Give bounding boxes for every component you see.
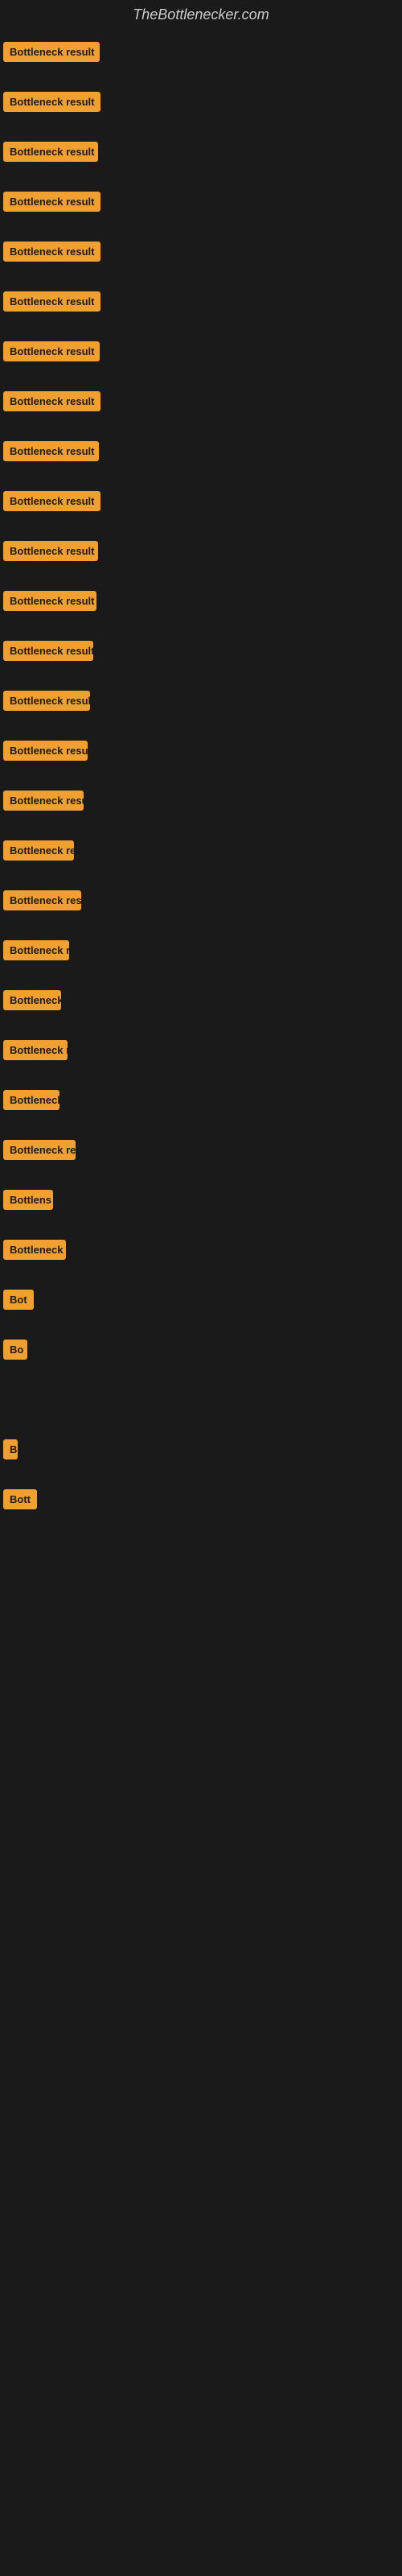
site-title: TheBottlenecker.com [0,0,402,27]
bottleneck-row: Bottleneck result [0,725,402,775]
bottleneck-row: Bottleneck result [0,625,402,675]
bottleneck-result-badge[interactable]: Bottleneck result [3,791,84,811]
bottleneck-result-badge[interactable]: Bottleneck result [3,192,100,212]
bottleneck-row: Bot [0,1274,402,1324]
bottleneck-row [0,1923,402,1973]
bottleneck-result-badge[interactable]: Bottleneck result [3,441,99,461]
bottleneck-row: Bottleneck result [0,326,402,376]
bottleneck-row [0,1524,402,1574]
bottleneck-row: Bottleneck result [0,426,402,476]
bottleneck-row: Bottleneck r [0,925,402,975]
bottleneck-row [0,1773,402,1823]
bottleneck-result-badge[interactable]: Bottleneck result [3,641,93,661]
bottleneck-row: B [0,1424,402,1474]
bottleneck-row: Bottleneck re [0,825,402,875]
bottleneck-result-badge[interactable]: Bottleneck result [3,890,81,910]
bottleneck-row [0,1823,402,1873]
bottleneck-result-badge[interactable]: Bottleneck result [3,42,100,62]
bottleneck-row: Bott [0,1474,402,1524]
bottleneck-row: Bottleneck r [0,1224,402,1274]
bottleneck-row: Bo [0,1324,402,1374]
bottleneck-result-badge[interactable]: Bottleneck result [3,491,100,511]
bottleneck-result-badge[interactable]: Bott [3,1489,37,1509]
bottleneck-row: Bottleneck result [0,376,402,426]
bottleneck-row [0,1724,402,1773]
bottleneck-result-badge[interactable]: Bottlens [3,1190,53,1210]
bottleneck-row [0,2023,402,2073]
bottleneck-row: Bottleneck result [0,775,402,825]
bottleneck-result-badge[interactable]: Bottleneck result [3,741,88,761]
bottleneck-row [0,1574,402,1624]
bottleneck-row: Bottleneck [0,975,402,1025]
bottleneck-row: Bottleneck result [0,675,402,725]
bottleneck-result-badge[interactable]: Bottleneck result [3,242,100,262]
bottleneck-result-badge[interactable]: Bottleneck result [3,92,100,112]
bottleneck-row: Bottleneck result [0,526,402,576]
bottleneck-row: Bottleneck result [0,476,402,526]
bottleneck-result-badge[interactable]: Bo [3,1340,27,1360]
bottleneck-row: Bottleneck result [0,76,402,126]
bottleneck-row: Bottleneck result [0,276,402,326]
bottleneck-result-badge[interactable]: Bottleneck result [3,691,90,711]
bottleneck-result-badge[interactable]: Bottleneck res [3,1140,76,1160]
bottleneck-row [0,1624,402,1674]
bottleneck-result-badge[interactable]: Bottleneck result [3,591,96,611]
bottleneck-row [0,1973,402,2023]
bottleneck-row [0,1374,402,1424]
bottleneck-result-badge[interactable]: Bottleneck result [3,341,100,361]
bottleneck-row: Bottleneck result [0,226,402,276]
bottleneck-row: Bottleneck result [0,875,402,925]
bottleneck-row: Bottleneck result [0,176,402,226]
bottleneck-result-badge[interactable]: Bottleneck result [3,541,98,561]
bottleneck-row [0,1674,402,1724]
bottleneck-row [0,2073,402,2123]
bottleneck-result-badge[interactable]: Bottleneck r [3,940,69,960]
bottleneck-row: Bottleneck result [0,27,402,76]
bottleneck-result-badge[interactable]: Bottleneck re [3,840,74,861]
bottleneck-result-badge[interactable]: Bottleneck r [3,1240,66,1260]
bottleneck-row: Bottleneck result [0,126,402,176]
bottleneck-row: Bottleneck [0,1075,402,1125]
bottleneck-result-badge[interactable]: Bottleneck result [3,391,100,411]
bottleneck-row [0,1873,402,1923]
bottleneck-result-badge[interactable]: Bottleneck result [3,291,100,312]
bottleneck-result-badge[interactable]: Bot [3,1290,34,1310]
bottleneck-result-badge[interactable]: B [3,1439,18,1459]
bottleneck-row: Bottleneck result [0,576,402,625]
bottleneck-row: Bottleneck res [0,1125,402,1174]
bottleneck-result-badge[interactable]: Bottleneck [3,990,61,1010]
bottleneck-result-badge[interactable]: Bottleneck r [3,1040,68,1060]
bottleneck-row: Bottlens [0,1174,402,1224]
bottleneck-result-badge[interactable]: Bottleneck [3,1090,59,1110]
bottleneck-row: Bottleneck r [0,1025,402,1075]
bottleneck-result-badge[interactable]: Bottleneck result [3,142,98,162]
